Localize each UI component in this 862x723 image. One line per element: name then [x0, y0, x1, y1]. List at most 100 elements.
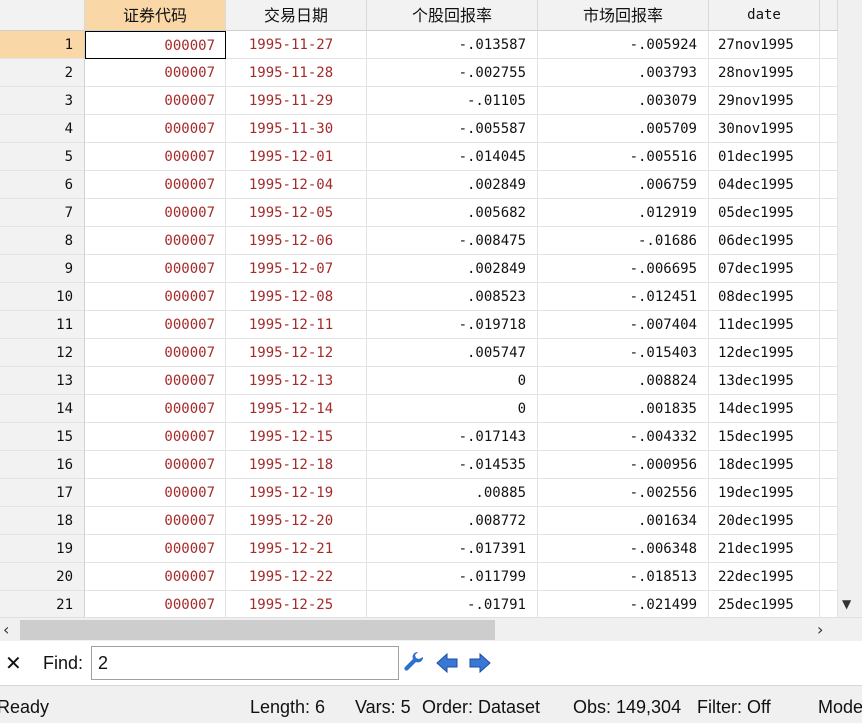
cell-stock-return[interactable]: -.01791	[367, 591, 538, 617]
cell-trade-date[interactable]: 1995-12-18	[226, 451, 367, 479]
column-header-market-return[interactable]: 市场回报率	[538, 0, 709, 31]
cell-market-return[interactable]: -.012451	[538, 283, 709, 311]
cell-market-return[interactable]: .005709	[538, 115, 709, 143]
cell-market-return[interactable]: .012919	[538, 199, 709, 227]
cell-trade-date[interactable]: 1995-12-11	[226, 311, 367, 339]
cell-market-return[interactable]: -.021499	[538, 591, 709, 617]
cell-trade-date[interactable]: 1995-12-20	[226, 507, 367, 535]
cell-stock-return[interactable]: -.011799	[367, 563, 538, 591]
cell-trade-date[interactable]: 1995-12-15	[226, 423, 367, 451]
cell-stock-return[interactable]: -.008475	[367, 227, 538, 255]
cell-date[interactable]: 25dec1995	[709, 591, 820, 617]
table-row[interactable]: 16 000007 1995-12-18 -.014535 -.000956 18dec1…	[0, 451, 838, 479]
cell-trade-date[interactable]: 1995-12-25	[226, 591, 367, 617]
cell-stock-return[interactable]: -.013587	[367, 31, 538, 59]
vertical-scrollbar[interactable]: ▼	[838, 0, 862, 617]
cell-code[interactable]: 000007	[85, 283, 226, 311]
table-row[interactable]: 1 000007 1995-11-27 -.013587 -.005924 27nov19…	[0, 31, 838, 59]
horizontal-scroll-thumb[interactable]	[20, 620, 495, 640]
cell-code[interactable]: 000007	[85, 31, 226, 59]
table-row[interactable]: 3 000007 1995-11-29 -.01105.003079 29nov1995	[0, 87, 838, 115]
cell-stock-return[interactable]: .002849	[367, 171, 538, 199]
cell-code[interactable]: 000007	[85, 423, 226, 451]
cell-code[interactable]: 000007	[85, 59, 226, 87]
cell-code[interactable]: 000007	[85, 171, 226, 199]
cell-stock-return[interactable]: .005682	[367, 199, 538, 227]
cell-date[interactable]: 14dec1995	[709, 395, 820, 423]
cell-trade-date[interactable]: 1995-12-21	[226, 535, 367, 563]
cell-date[interactable]: 28nov1995	[709, 59, 820, 87]
cell-market-return[interactable]: -.002556	[538, 479, 709, 507]
table-row[interactable]: 2 000007 1995-11-28 -.002755.003793 28nov199…	[0, 59, 838, 87]
cell-market-return[interactable]: -.005516	[538, 143, 709, 171]
cell-market-return[interactable]: -.000956	[538, 451, 709, 479]
horizontal-scrollbar[interactable]: ‹ ›	[0, 617, 862, 642]
table-row[interactable]: 15 000007 1995-12-15 -.017143 -.004332 15dec1…	[0, 423, 838, 451]
cell-date[interactable]: 06dec1995	[709, 227, 820, 255]
cell-date[interactable]: 21dec1995	[709, 535, 820, 563]
table-row[interactable]: 18 000007 1995-12-20.008772.001634 20dec199…	[0, 507, 838, 535]
cell-code[interactable]: 000007	[85, 199, 226, 227]
cell-market-return[interactable]: -.007404	[538, 311, 709, 339]
cell-date[interactable]: 30nov1995	[709, 115, 820, 143]
cell-trade-date[interactable]: 1995-12-01	[226, 143, 367, 171]
cell-code[interactable]: 000007	[85, 479, 226, 507]
table-row[interactable]: 11 000007 1995-12-11 -.019718 -.007404 11dec1…	[0, 311, 838, 339]
cell-market-return[interactable]: .003079	[538, 87, 709, 115]
cell-trade-date[interactable]: 1995-11-30	[226, 115, 367, 143]
cell-trade-date[interactable]: 1995-12-19	[226, 479, 367, 507]
cell-code[interactable]: 000007	[85, 367, 226, 395]
cell-stock-return[interactable]: -.017391	[367, 535, 538, 563]
column-header-date[interactable]: date	[709, 0, 820, 31]
cell-code[interactable]: 000007	[85, 227, 226, 255]
cell-code[interactable]: 000007	[85, 451, 226, 479]
cell-stock-return[interactable]: 0	[367, 367, 538, 395]
cell-stock-return[interactable]: .005747	[367, 339, 538, 367]
cell-code[interactable]: 000007	[85, 591, 226, 617]
cell-date[interactable]: 27nov1995	[709, 31, 820, 59]
cell-date[interactable]: 04dec1995	[709, 171, 820, 199]
cell-market-return[interactable]: .008824	[538, 367, 709, 395]
cell-stock-return[interactable]: -.014045	[367, 143, 538, 171]
cell-date[interactable]: 01dec1995	[709, 143, 820, 171]
cell-stock-return[interactable]: -.002755	[367, 59, 538, 87]
cell-date[interactable]: 05dec1995	[709, 199, 820, 227]
table-row[interactable]: 14 000007 1995-12-14 0.001835 14dec1995	[0, 395, 838, 423]
table-row[interactable]: 21 000007 1995-12-25 -.01791 -.021499 25dec19…	[0, 591, 838, 617]
wrench-icon[interactable]	[403, 651, 427, 675]
scroll-left-icon[interactable]: ‹	[3, 620, 9, 639]
table-row[interactable]: 4 000007 1995-11-30 -.005587.005709 30nov199…	[0, 115, 838, 143]
cell-date[interactable]: 13dec1995	[709, 367, 820, 395]
cell-trade-date[interactable]: 1995-11-27	[226, 31, 367, 59]
cell-stock-return[interactable]: .008523	[367, 283, 538, 311]
cell-market-return[interactable]: -.006348	[538, 535, 709, 563]
cell-code[interactable]: 000007	[85, 395, 226, 423]
cell-trade-date[interactable]: 1995-12-22	[226, 563, 367, 591]
cell-stock-return[interactable]: -.005587	[367, 115, 538, 143]
table-row[interactable]: 8 000007 1995-12-06 -.008475 -.01686 06dec199…	[0, 227, 838, 255]
cell-stock-return[interactable]: -.014535	[367, 451, 538, 479]
table-row[interactable]: 7 000007 1995-12-05.005682.012919 05dec1995	[0, 199, 838, 227]
cell-trade-date[interactable]: 1995-12-08	[226, 283, 367, 311]
arrow-left-icon[interactable]	[435, 651, 459, 675]
cell-code[interactable]: 000007	[85, 87, 226, 115]
column-header-trade-date[interactable]: 交易日期	[226, 0, 367, 31]
cell-code[interactable]: 000007	[85, 563, 226, 591]
cell-code[interactable]: 000007	[85, 339, 226, 367]
cell-code[interactable]: 000007	[85, 255, 226, 283]
cell-stock-return[interactable]: -.019718	[367, 311, 538, 339]
cell-market-return[interactable]: -.005924	[538, 31, 709, 59]
table-row[interactable]: 20 000007 1995-12-22 -.011799 -.018513 22dec1…	[0, 563, 838, 591]
cell-code[interactable]: 000007	[85, 507, 226, 535]
cell-stock-return[interactable]: -.01105	[367, 87, 538, 115]
table-row[interactable]: 10 000007 1995-12-08.008523 -.012451 08dec19…	[0, 283, 838, 311]
cell-date[interactable]: 19dec1995	[709, 479, 820, 507]
cell-market-return[interactable]: .001634	[538, 507, 709, 535]
cell-trade-date[interactable]: 1995-12-14	[226, 395, 367, 423]
cell-market-return[interactable]: -.018513	[538, 563, 709, 591]
cell-trade-date[interactable]: 1995-12-05	[226, 199, 367, 227]
cell-stock-return[interactable]: .008772	[367, 507, 538, 535]
cell-date[interactable]: 11dec1995	[709, 311, 820, 339]
cell-market-return[interactable]: .006759	[538, 171, 709, 199]
cell-trade-date[interactable]: 1995-12-13	[226, 367, 367, 395]
